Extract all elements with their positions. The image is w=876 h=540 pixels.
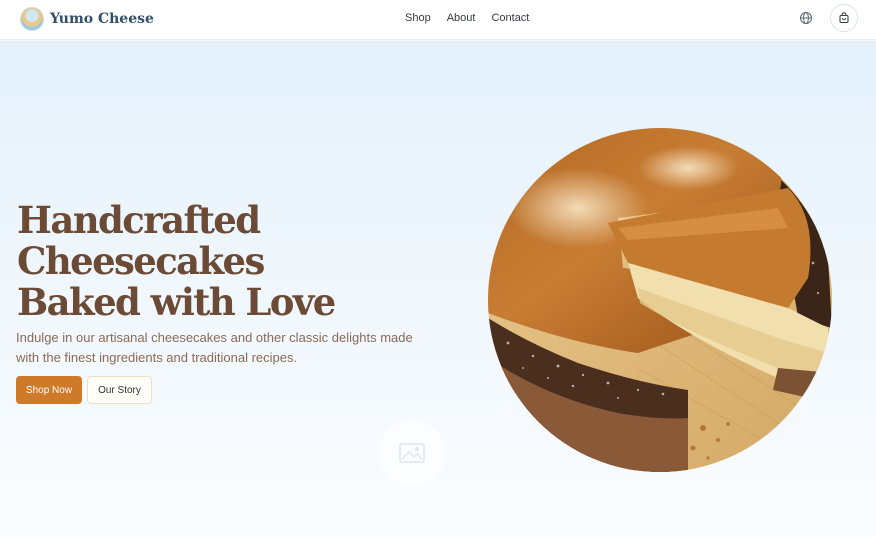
cheesecake-photo xyxy=(488,128,832,472)
hero-title-line: Baked with Love xyxy=(17,280,336,324)
shop-now-button[interactable]: Shop Now xyxy=(16,376,82,404)
globe-icon[interactable] xyxy=(799,11,813,25)
hero-title-line: Handcrafted xyxy=(17,198,261,242)
shopping-bag-icon xyxy=(839,12,849,24)
nav-about[interactable]: About xyxy=(447,12,476,24)
image-placeholder-icon xyxy=(399,443,425,463)
site-header: Yumo Cheese Shop About Contact xyxy=(0,0,876,40)
hero-title: Handcrafted Cheesecakes Baked with Love xyxy=(17,198,336,324)
hero-subtitle-line: with the finest ingredients and traditio… xyxy=(16,350,298,365)
cheese-logo-icon xyxy=(20,7,44,31)
nav-shop[interactable]: Shop xyxy=(405,12,431,24)
brand-name: Yumo Cheese xyxy=(50,11,154,27)
main-nav: Shop About Contact xyxy=(405,12,529,24)
image-placeholder xyxy=(379,420,445,486)
hero-title-line: Cheesecakes xyxy=(17,239,265,283)
nav-contact[interactable]: Contact xyxy=(491,12,529,24)
brand-logo[interactable]: Yumo Cheese xyxy=(20,6,154,32)
cart-button[interactable] xyxy=(830,4,858,32)
hero-subtitle: Indulge in our artisanal cheesecakes and… xyxy=(16,328,436,368)
our-story-button[interactable]: Our Story xyxy=(87,376,152,404)
hero-subtitle-line: Indulge in our artisanal cheesecakes and… xyxy=(16,330,413,345)
